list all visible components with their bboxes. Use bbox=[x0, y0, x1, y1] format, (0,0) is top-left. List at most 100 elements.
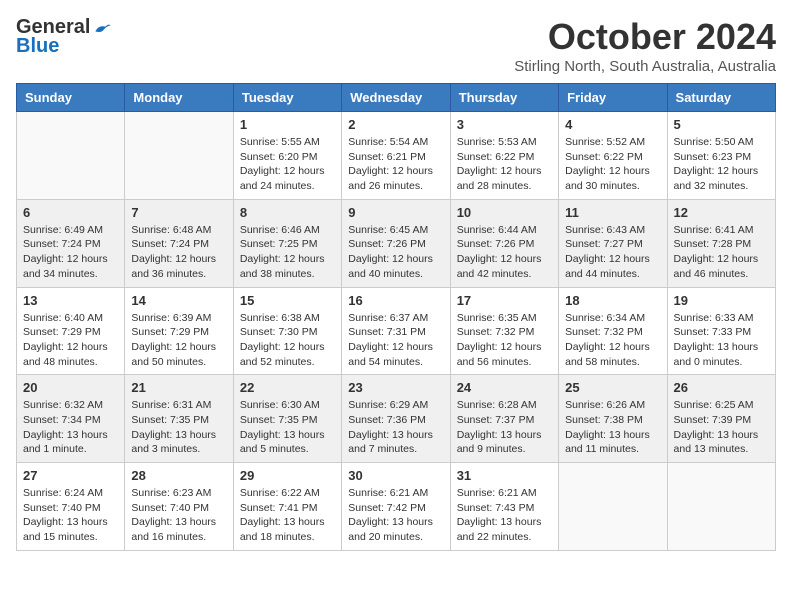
calendar-cell: 12 Sunrise: 6:41 AM Sunset: 7:28 PM Dayli… bbox=[667, 199, 775, 287]
day-number: 20 bbox=[23, 380, 118, 395]
calendar-cell: 22Sunrise: 6:30 AM Sunset: 7:35 PM Dayli… bbox=[233, 375, 341, 463]
month-title: October 2024 bbox=[514, 16, 776, 58]
calendar-cell: 7Sunrise: 6:48 AM Sunset: 7:24 PM Daylig… bbox=[125, 199, 233, 287]
day-number: 30 bbox=[348, 468, 443, 483]
header-friday: Friday bbox=[559, 84, 667, 112]
logo: General Blue bbox=[16, 16, 112, 58]
calendar-cell: 10 Sunrise: 6:44 AM Sunset: 7:26 PM Dayli… bbox=[450, 199, 558, 287]
page-header: General Blue October 2024 Stirling North… bbox=[16, 16, 776, 75]
day-number: 22 bbox=[240, 380, 335, 395]
day-info: Sunrise: 5:50 AM Sunset: 6:23 PM Dayligh… bbox=[674, 135, 769, 194]
calendar-cell: 28Sunrise: 6:23 AM Sunset: 7:40 PM Dayli… bbox=[125, 463, 233, 551]
calendar-cell: 24 Sunrise: 6:28 AM Sunset: 7:37 PM Dayli… bbox=[450, 375, 558, 463]
header-wednesday: Wednesday bbox=[342, 84, 450, 112]
calendar-cell: 18 Sunrise: 6:34 AM Sunset: 7:32 PM Dayli… bbox=[559, 287, 667, 375]
calendar-cell: 5 Sunrise: 5:50 AM Sunset: 6:23 PM Daylig… bbox=[667, 112, 775, 200]
logo-blue-text: Blue bbox=[16, 35, 59, 58]
day-info: Sunrise: 6:32 AM Sunset: 7:34 PM Dayligh… bbox=[23, 398, 118, 457]
calendar-cell: 27Sunrise: 6:24 AM Sunset: 7:40 PM Dayli… bbox=[17, 463, 125, 551]
calendar-cell: 9Sunrise: 6:45 AM Sunset: 7:26 PM Daylig… bbox=[342, 199, 450, 287]
day-number: 16 bbox=[348, 293, 443, 308]
calendar-cell: 15 Sunrise: 6:38 AM Sunset: 7:30 PM Dayli… bbox=[233, 287, 341, 375]
calendar-cell: 16 Sunrise: 6:37 AM Sunset: 7:31 PM Dayli… bbox=[342, 287, 450, 375]
calendar-cell: 1Sunrise: 5:55 AM Sunset: 6:20 PM Daylig… bbox=[233, 112, 341, 200]
day-info: Sunrise: 6:34 AM Sunset: 7:32 PM Dayligh… bbox=[565, 311, 660, 370]
header-saturday: Saturday bbox=[667, 84, 775, 112]
day-number: 5 bbox=[674, 117, 769, 132]
calendar-week-row: 27Sunrise: 6:24 AM Sunset: 7:40 PM Dayli… bbox=[17, 463, 776, 551]
day-info: Sunrise: 6:41 AM Sunset: 7:28 PM Dayligh… bbox=[674, 223, 769, 282]
day-number: 2 bbox=[348, 117, 443, 132]
day-info: Sunrise: 6:46 AM Sunset: 7:25 PM Dayligh… bbox=[240, 223, 335, 282]
day-number: 18 bbox=[565, 293, 660, 308]
day-info: Sunrise: 6:37 AM Sunset: 7:31 PM Dayligh… bbox=[348, 311, 443, 370]
calendar-cell: 30 Sunrise: 6:21 AM Sunset: 7:42 PM Dayli… bbox=[342, 463, 450, 551]
day-info: Sunrise: 5:55 AM Sunset: 6:20 PM Dayligh… bbox=[240, 135, 335, 194]
calendar-week-row: 6 Sunrise: 6:49 AM Sunset: 7:24 PM Daylig… bbox=[17, 199, 776, 287]
calendar-cell: 25Sunrise: 6:26 AM Sunset: 7:38 PM Dayli… bbox=[559, 375, 667, 463]
calendar-cell: 26Sunrise: 6:25 AM Sunset: 7:39 PM Dayli… bbox=[667, 375, 775, 463]
header-monday: Monday bbox=[125, 84, 233, 112]
calendar-cell: 13 Sunrise: 6:40 AM Sunset: 7:29 PM Dayli… bbox=[17, 287, 125, 375]
calendar-week-row: 13 Sunrise: 6:40 AM Sunset: 7:29 PM Dayli… bbox=[17, 287, 776, 375]
day-info: Sunrise: 6:23 AM Sunset: 7:40 PM Dayligh… bbox=[131, 486, 226, 545]
day-info: Sunrise: 6:21 AM Sunset: 7:42 PM Dayligh… bbox=[348, 486, 443, 545]
day-number: 19 bbox=[674, 293, 769, 308]
calendar-cell: 14Sunrise: 6:39 AM Sunset: 7:29 PM Dayli… bbox=[125, 287, 233, 375]
day-number: 21 bbox=[131, 380, 226, 395]
day-info: Sunrise: 6:38 AM Sunset: 7:30 PM Dayligh… bbox=[240, 311, 335, 370]
day-info: Sunrise: 6:25 AM Sunset: 7:39 PM Dayligh… bbox=[674, 398, 769, 457]
day-info: Sunrise: 6:39 AM Sunset: 7:29 PM Dayligh… bbox=[131, 311, 226, 370]
header-thursday: Thursday bbox=[450, 84, 558, 112]
day-info: Sunrise: 6:21 AM Sunset: 7:43 PM Dayligh… bbox=[457, 486, 552, 545]
logo-bird-icon bbox=[92, 18, 112, 38]
calendar-cell: 11Sunrise: 6:43 AM Sunset: 7:27 PM Dayli… bbox=[559, 199, 667, 287]
day-info: Sunrise: 6:43 AM Sunset: 7:27 PM Dayligh… bbox=[565, 223, 660, 282]
calendar-cell: 17Sunrise: 6:35 AM Sunset: 7:32 PM Dayli… bbox=[450, 287, 558, 375]
day-number: 6 bbox=[23, 205, 118, 220]
day-number: 31 bbox=[457, 468, 552, 483]
day-info: Sunrise: 6:40 AM Sunset: 7:29 PM Dayligh… bbox=[23, 311, 118, 370]
calendar-cell: 23Sunrise: 6:29 AM Sunset: 7:36 PM Dayli… bbox=[342, 375, 450, 463]
calendar-cell: 31 Sunrise: 6:21 AM Sunset: 7:43 PM Dayli… bbox=[450, 463, 558, 551]
calendar-table: SundayMondayTuesdayWednesdayThursdayFrid… bbox=[16, 83, 776, 551]
header-sunday: Sunday bbox=[17, 84, 125, 112]
day-info: Sunrise: 5:52 AM Sunset: 6:22 PM Dayligh… bbox=[565, 135, 660, 194]
calendar-week-row: 20 Sunrise: 6:32 AM Sunset: 7:34 PM Dayli… bbox=[17, 375, 776, 463]
day-number: 15 bbox=[240, 293, 335, 308]
day-info: Sunrise: 6:49 AM Sunset: 7:24 PM Dayligh… bbox=[23, 223, 118, 282]
day-info: Sunrise: 6:48 AM Sunset: 7:24 PM Dayligh… bbox=[131, 223, 226, 282]
calendar-cell: 20 Sunrise: 6:32 AM Sunset: 7:34 PM Dayli… bbox=[17, 375, 125, 463]
day-number: 24 bbox=[457, 380, 552, 395]
calendar-cell: 21 Sunrise: 6:31 AM Sunset: 7:35 PM Dayli… bbox=[125, 375, 233, 463]
calendar-cell: 2Sunrise: 5:54 AM Sunset: 6:21 PM Daylig… bbox=[342, 112, 450, 200]
day-number: 13 bbox=[23, 293, 118, 308]
day-info: Sunrise: 5:53 AM Sunset: 6:22 PM Dayligh… bbox=[457, 135, 552, 194]
day-info: Sunrise: 6:31 AM Sunset: 7:35 PM Dayligh… bbox=[131, 398, 226, 457]
day-number: 10 bbox=[457, 205, 552, 220]
day-number: 9 bbox=[348, 205, 443, 220]
calendar-cell bbox=[559, 463, 667, 551]
calendar-cell bbox=[125, 112, 233, 200]
day-info: Sunrise: 6:44 AM Sunset: 7:26 PM Dayligh… bbox=[457, 223, 552, 282]
day-number: 3 bbox=[457, 117, 552, 132]
day-info: Sunrise: 6:33 AM Sunset: 7:33 PM Dayligh… bbox=[674, 311, 769, 370]
calendar-cell: 3 Sunrise: 5:53 AM Sunset: 6:22 PM Daylig… bbox=[450, 112, 558, 200]
calendar-cell bbox=[17, 112, 125, 200]
calendar-cell: 29 Sunrise: 6:22 AM Sunset: 7:41 PM Dayli… bbox=[233, 463, 341, 551]
title-section: October 2024 Stirling North, South Austr… bbox=[514, 16, 776, 75]
day-info: Sunrise: 6:22 AM Sunset: 7:41 PM Dayligh… bbox=[240, 486, 335, 545]
day-number: 4 bbox=[565, 117, 660, 132]
location-subtitle: Stirling North, South Australia, Austral… bbox=[514, 58, 776, 75]
day-info: Sunrise: 6:28 AM Sunset: 7:37 PM Dayligh… bbox=[457, 398, 552, 457]
day-number: 25 bbox=[565, 380, 660, 395]
calendar-cell: 8 Sunrise: 6:46 AM Sunset: 7:25 PM Daylig… bbox=[233, 199, 341, 287]
calendar-cell: 19 Sunrise: 6:33 AM Sunset: 7:33 PM Dayli… bbox=[667, 287, 775, 375]
calendar-week-row: 1Sunrise: 5:55 AM Sunset: 6:20 PM Daylig… bbox=[17, 112, 776, 200]
day-info: Sunrise: 6:24 AM Sunset: 7:40 PM Dayligh… bbox=[23, 486, 118, 545]
day-number: 29 bbox=[240, 468, 335, 483]
day-number: 8 bbox=[240, 205, 335, 220]
day-number: 12 bbox=[674, 205, 769, 220]
day-number: 17 bbox=[457, 293, 552, 308]
calendar-cell: 6 Sunrise: 6:49 AM Sunset: 7:24 PM Daylig… bbox=[17, 199, 125, 287]
